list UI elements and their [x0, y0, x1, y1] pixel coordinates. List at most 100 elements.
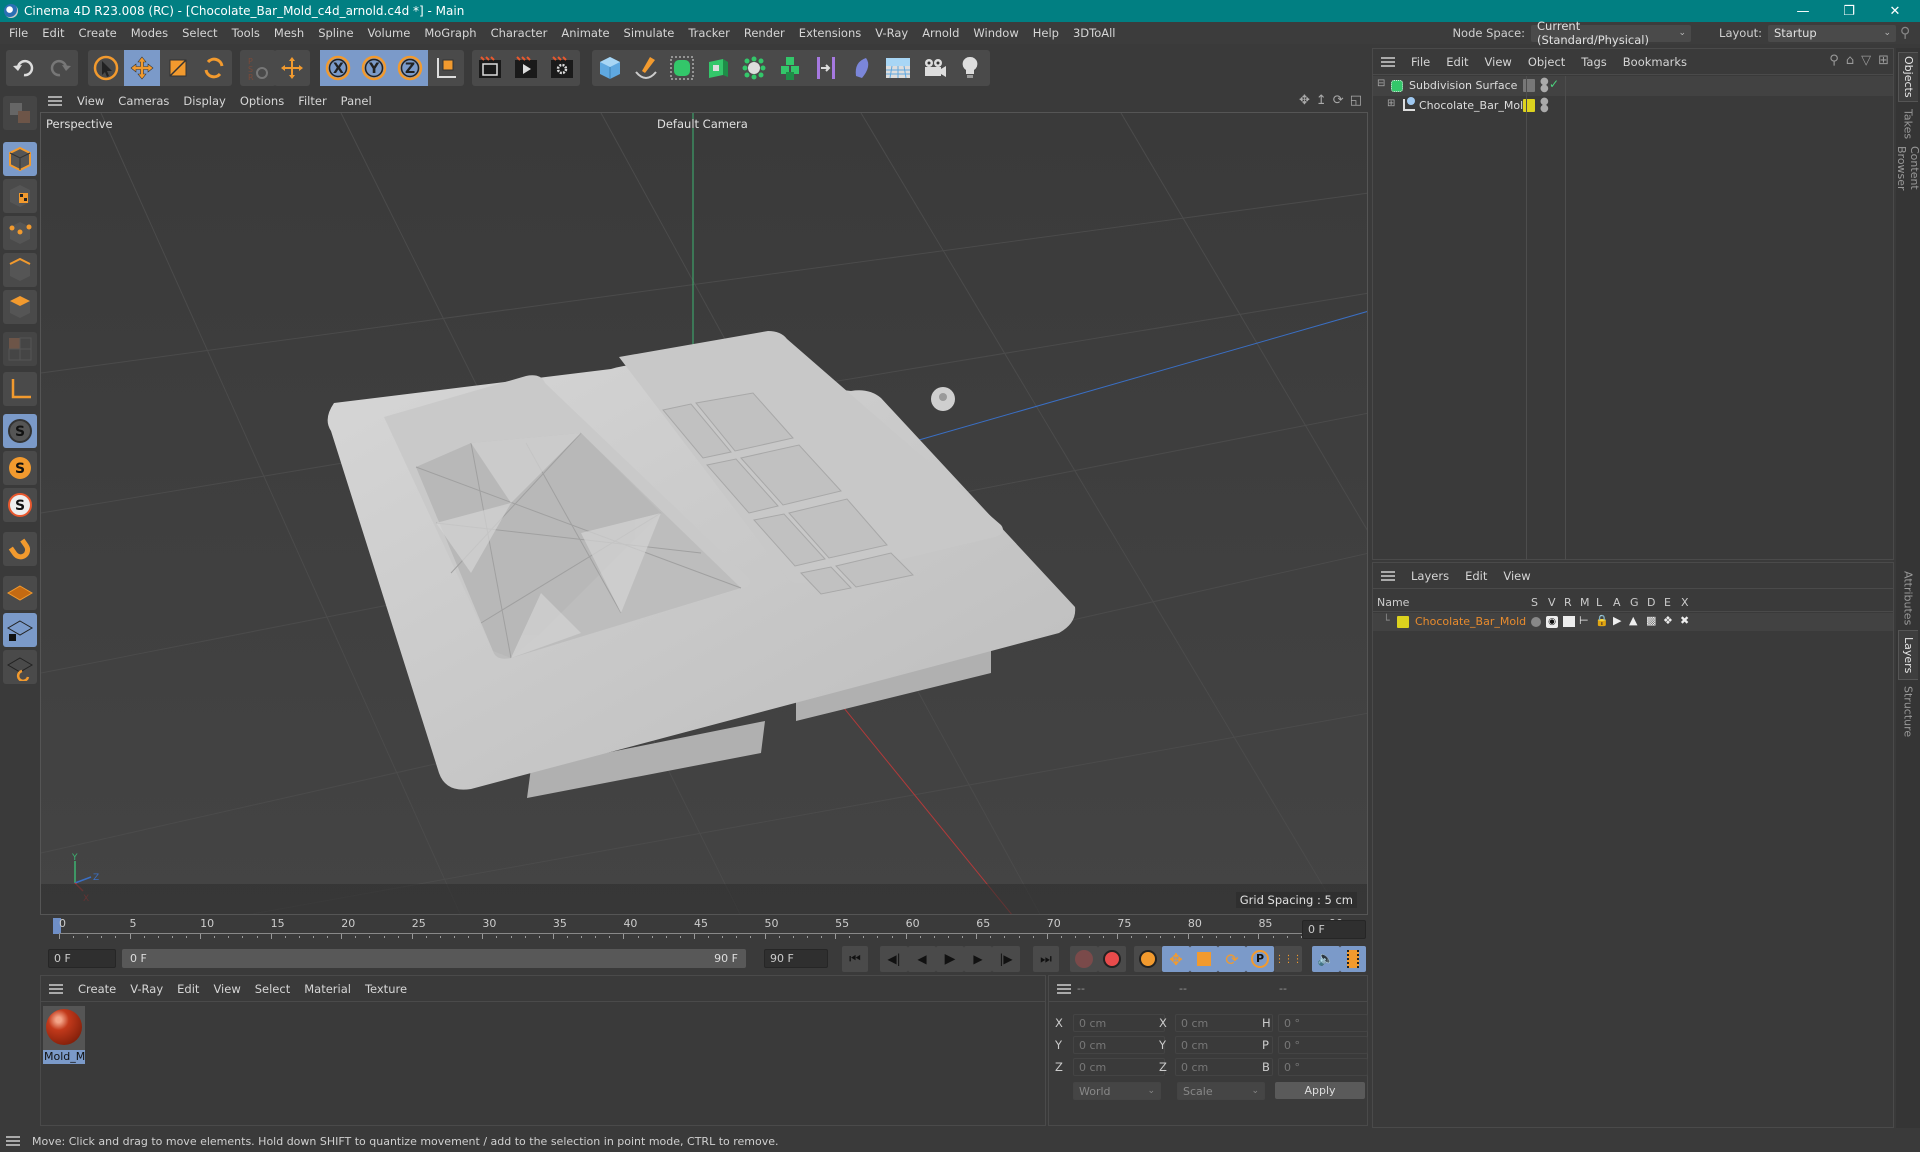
menu-window[interactable]: Window [966, 26, 1025, 40]
menu-create[interactable]: Create [72, 26, 124, 40]
objects-menu-tags[interactable]: Tags [1573, 55, 1614, 69]
light-button[interactable] [952, 50, 988, 86]
viewport-camera-label[interactable]: Default Camera [657, 117, 748, 131]
viewport-menu-cameras[interactable]: Cameras [111, 94, 176, 108]
move-axis-button[interactable] [274, 50, 310, 86]
sound-button[interactable]: 🔈 [1312, 946, 1340, 972]
edge-mode-button[interactable] [3, 253, 37, 287]
locked-workplane-button[interactable] [3, 613, 37, 647]
viewport-menu-options[interactable]: Options [233, 94, 291, 108]
material-menu-material[interactable]: Material [297, 982, 358, 996]
x-axis-lock-button[interactable]: X [320, 50, 356, 86]
column-generators[interactable]: G [1630, 596, 1639, 609]
menu-animate[interactable]: Animate [554, 26, 616, 40]
material-menu-edit[interactable]: Edit [170, 982, 206, 996]
hamburger-icon[interactable] [1057, 983, 1071, 994]
select-tool-button[interactable] [88, 50, 124, 86]
column-xref[interactable]: X [1681, 596, 1689, 609]
hamburger-icon[interactable] [48, 96, 62, 106]
record-keys-button[interactable] [1070, 946, 1098, 972]
close-button[interactable]: ✕ [1872, 0, 1918, 22]
menu-help[interactable]: Help [1026, 26, 1066, 40]
column-manager[interactable]: M [1580, 596, 1590, 609]
restore-button[interactable]: ❐ [1826, 0, 1872, 22]
make-editable-button[interactable] [3, 96, 37, 130]
previous-frame-button[interactable]: ◀ [908, 946, 936, 972]
coordinate-system-button[interactable] [428, 50, 464, 86]
home-icon[interactable]: ⌂ [1846, 53, 1854, 68]
material-swatch-mold[interactable]: Mold_M. [43, 1006, 85, 1064]
menu-render[interactable]: Render [737, 26, 792, 40]
subdivision-surface-button[interactable] [664, 50, 700, 86]
menu-mograph[interactable]: MoGraph [417, 26, 483, 40]
scale-tool-button[interactable] [160, 50, 196, 86]
render-settings-button[interactable] [544, 50, 580, 86]
workplane-align-button[interactable] [3, 650, 37, 684]
eye-icon[interactable]: ◉ [1546, 616, 1558, 628]
solo-toggle-icon[interactable] [1531, 617, 1541, 627]
menu-mesh[interactable]: Mesh [267, 26, 311, 40]
layers-menu-edit[interactable]: Edit [1457, 569, 1495, 583]
new-view-icon[interactable]: ⊞ [1878, 53, 1889, 68]
next-frame-button[interactable]: ▶ [964, 946, 992, 972]
hamburger-icon[interactable] [6, 1136, 20, 1146]
current-frame-field[interactable]: 0 F [1302, 920, 1366, 939]
render-view-button[interactable] [472, 50, 508, 86]
point-mode-button[interactable] [3, 216, 37, 250]
deformer-icon[interactable]: ▩ [1646, 614, 1656, 627]
enabled-checkmark-icon[interactable]: ✓ [1549, 77, 1559, 91]
go-to-end-button[interactable]: ⏭ [1033, 946, 1059, 972]
go-to-start-button[interactable]: ⏮ [842, 946, 868, 972]
menu-3dtoall[interactable]: 3DToAll [1066, 26, 1123, 40]
expression-python-icon[interactable]: ❖ [1663, 614, 1673, 627]
objects-menu-view[interactable]: View [1477, 55, 1520, 69]
key-parameter-button[interactable]: P [1246, 946, 1274, 972]
rot-h-field[interactable]: 0 ° [1278, 1014, 1368, 1032]
polygon-mode-button[interactable] [3, 290, 37, 324]
tab-content-browser[interactable]: Content Browser [1895, 146, 1920, 236]
xref-icon[interactable]: ✖ [1680, 614, 1689, 627]
cube-button[interactable] [592, 50, 628, 86]
undo-button[interactable] [6, 50, 42, 86]
column-render[interactable]: R [1564, 596, 1572, 609]
objects-menu-object[interactable]: Object [1520, 55, 1573, 69]
column-animation[interactable]: A [1613, 596, 1621, 609]
size-x-field[interactable]: 0 cm [1175, 1014, 1273, 1032]
z-axis-lock-button[interactable]: Z [392, 50, 428, 86]
manager-hierarchy-icon[interactable]: ⊢ [1579, 614, 1589, 627]
material-menu-texture[interactable]: Texture [358, 982, 414, 996]
hamburger-icon[interactable] [49, 983, 63, 994]
size-z-field[interactable]: 0 cm [1175, 1058, 1273, 1076]
objects-menu-file[interactable]: File [1403, 55, 1438, 69]
layers-menu-view[interactable]: View [1495, 569, 1538, 583]
menu-file[interactable]: File [0, 26, 35, 40]
viewport-menu-display[interactable]: Display [176, 94, 232, 108]
objects-menu-bookmarks[interactable]: Bookmarks [1615, 55, 1695, 69]
hamburger-icon[interactable] [1381, 570, 1395, 581]
node-space-dropdown[interactable]: Current (Standard/Physical) ⌄ [1531, 19, 1692, 47]
cloner-button[interactable] [736, 50, 772, 86]
column-expressions[interactable]: E [1664, 596, 1671, 609]
camera-button[interactable] [916, 50, 952, 86]
coordinate-space-dropdown[interactable]: World ⌄ [1073, 1082, 1161, 1100]
menu-extensions[interactable]: Extensions [792, 26, 868, 40]
magnet-button[interactable] [3, 532, 37, 566]
menu-modes[interactable]: Modes [124, 26, 175, 40]
tab-takes[interactable]: Takes [1898, 104, 1918, 144]
menu-tracker[interactable]: Tracker [681, 26, 737, 40]
rotate-tool-button[interactable] [196, 50, 232, 86]
next-key-button[interactable]: |▶ [992, 946, 1020, 972]
layout-dropdown[interactable]: Startup ⌄ [1768, 24, 1896, 42]
viewport-menu-view[interactable]: View [70, 94, 111, 108]
snap-button[interactable]: S [3, 414, 37, 448]
edit-visibility-icon[interactable] [1523, 79, 1535, 92]
material-menu-vray[interactable]: V-Ray [123, 982, 170, 996]
size-y-field[interactable]: 0 cm [1175, 1036, 1273, 1054]
start-frame-field[interactable]: 0 F [48, 949, 116, 968]
timeline-ruler[interactable]: 051015202530354045505560657075808590 0 F [40, 915, 1368, 943]
material-menu-create[interactable]: Create [71, 982, 123, 996]
visibility-dots-icon[interactable]: ● ● [1540, 97, 1549, 114]
3d-viewport[interactable]: Y Z X Perspective Default Camera Grid Sp… [40, 112, 1368, 915]
pos-x-field[interactable]: 0 cm [1073, 1014, 1165, 1032]
menu-vray[interactable]: V-Ray [868, 26, 915, 40]
